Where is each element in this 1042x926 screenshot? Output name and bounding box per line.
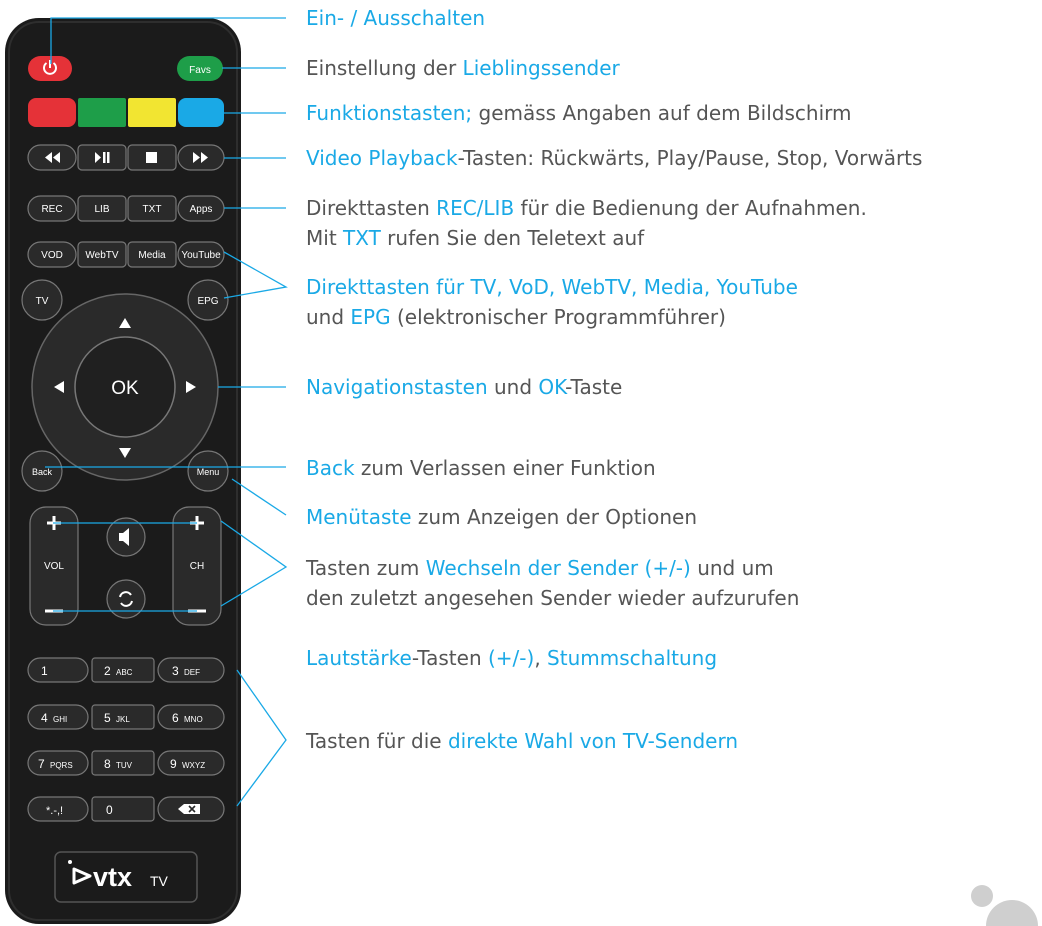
favs-label: Favs (189, 65, 211, 76)
red-key[interactable] (28, 98, 76, 127)
key-4-label: 4 (41, 711, 48, 725)
yellow-key[interactable] (128, 98, 176, 127)
back-label: Back (32, 467, 53, 477)
key-7-sub: PQRS (50, 761, 73, 770)
key-5-label: 5 (104, 711, 111, 725)
logo-brand: vtx (93, 862, 132, 892)
play-pause-button[interactable] (77, 144, 127, 171)
ch-label: CH (190, 561, 204, 572)
remote-control: Favs REC LIB TXT Apps VOD WebTV Media Yo… (5, 18, 241, 924)
annotation-back: Back zum Verlassen einer Funktion (306, 456, 656, 480)
channel-rocker[interactable]: CH (172, 506, 222, 626)
vol-label: VOL (44, 561, 64, 572)
epg-label: EPG (197, 296, 218, 307)
annotation-txt: Mit TXT rufen Sie den Teletext auf (306, 226, 645, 250)
favs-button[interactable]: Favs (177, 56, 223, 81)
blue-key[interactable] (178, 98, 224, 127)
youtube-label: YouTube (181, 250, 221, 261)
key-4-sub: GHI (53, 715, 67, 724)
brand-dots (971, 885, 1038, 926)
apps-label: Apps (190, 204, 213, 215)
annotation-menu: Menütaste zum Anzeigen der Optionen (306, 505, 698, 529)
key-2-label: 2 (104, 664, 111, 678)
green-key[interactable] (78, 98, 126, 127)
annotation-power: Ein- / Ausschalten (306, 6, 485, 30)
ok-label: OK (111, 378, 139, 399)
key-2-sub: ABC (116, 668, 133, 677)
key-9-sub: WXYZ (182, 761, 205, 770)
annotation-rec-lib: Direkttasten REC/LIB für die Bedienung d… (306, 196, 867, 220)
last-channel-button[interactable] (106, 579, 146, 619)
key-0[interactable] (91, 796, 155, 822)
annotation-channel: Tasten zum Wechseln der Sender (+/-) und… (306, 556, 774, 580)
key-1-label: 1 (41, 664, 48, 678)
key-3-sub: DEF (184, 668, 200, 677)
annotation-direct-keys: Direkttasten für TV, VoD, WebTV, Media, … (306, 275, 798, 299)
tv-label: TV (36, 296, 49, 307)
menu-label: Menu (197, 467, 220, 477)
annotation-favs: Einstellung der Lieblingssender (306, 56, 620, 80)
annotation-power-text: Ein- / Ausschalten (306, 6, 486, 30)
annotation-channel-line2: den zuletzt angesehen Sender wieder aufz… (306, 586, 800, 610)
webtv-label: WebTV (85, 250, 118, 261)
lib-label: LIB (94, 204, 109, 215)
key-6-label: 6 (172, 711, 179, 725)
key-symbols-label: *.-,! (46, 805, 63, 817)
key-5-sub: JKL (116, 715, 130, 724)
annotation-number-keys: Tasten für die direkte Wahl von TV-Sende… (306, 729, 739, 753)
annotation-navigation: Navigationstasten und OK-Taste (306, 375, 623, 399)
key-8-label: 8 (104, 757, 111, 771)
key-8-sub: TUV (116, 761, 133, 770)
key-9-label: 9 (170, 757, 177, 771)
annotation-function-keys: Funktionstasten; gemäss Angaben auf dem … (306, 101, 852, 125)
volume-rocker[interactable]: VOL (29, 506, 79, 626)
logo-suffix: TV (150, 873, 169, 889)
key-0-label: 0 (106, 803, 113, 817)
power-button[interactable] (28, 56, 72, 81)
annotation-volume: Lautstärke-Tasten (+/-), Stummschaltung (306, 646, 718, 670)
key-1[interactable] (27, 657, 89, 683)
annotation-epg: und EPG (elektronischer Programmführer) (306, 305, 726, 329)
key-3-label: 3 (172, 664, 179, 678)
key-6-sub: MNO (184, 715, 203, 724)
txt-label: TXT (143, 204, 162, 215)
key-7-label: 7 (38, 757, 45, 771)
vod-label: VOD (41, 250, 63, 261)
media-label: Media (138, 250, 166, 261)
stop-icon (146, 152, 157, 163)
annotation-playback: Video Playback-Tasten: Rückwärts, Play/P… (306, 146, 923, 170)
rec-label: REC (41, 204, 62, 215)
